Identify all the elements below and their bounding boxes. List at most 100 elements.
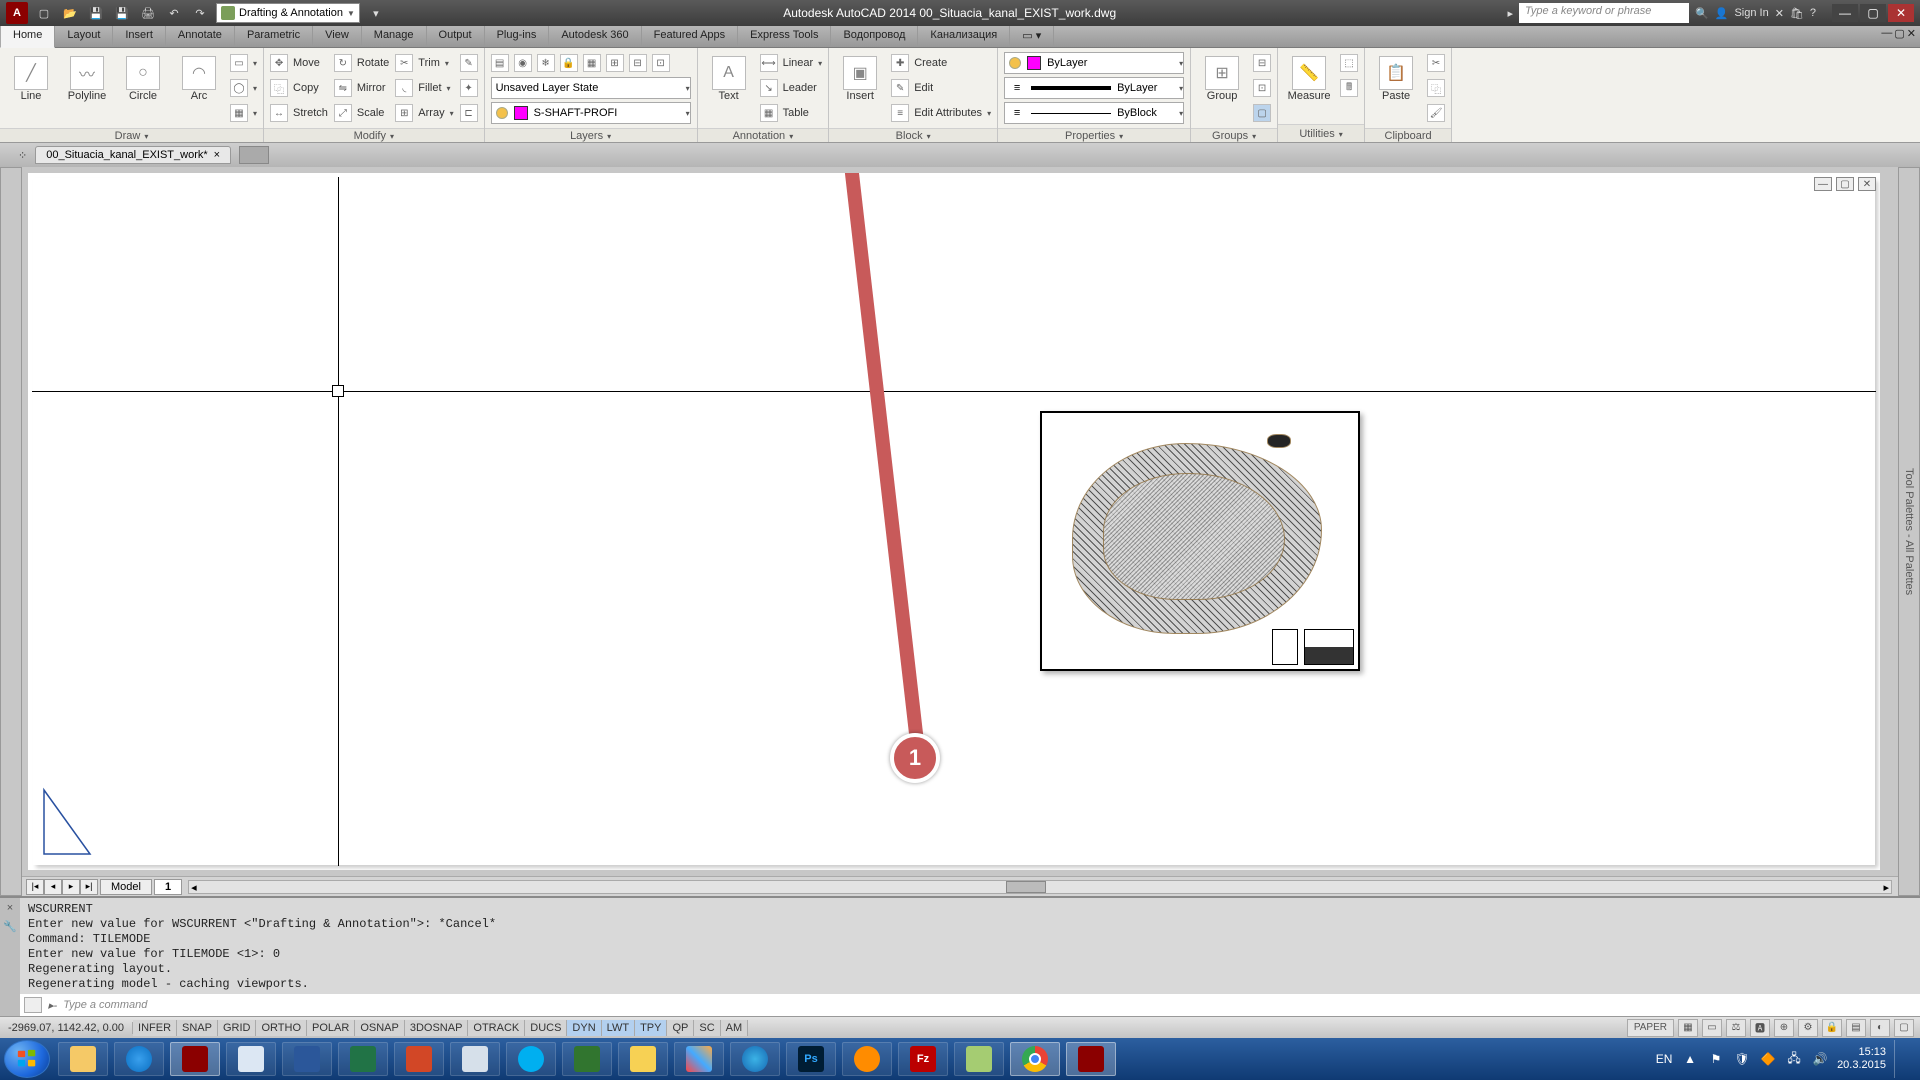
command-grip[interactable]: ×🔧 [0,898,20,1016]
rotate-button[interactable]: ↻Rotate [334,52,389,74]
layerlock-icon[interactable]: 🔒 [560,54,578,72]
matchprop-button[interactable]: 🖌 [1427,102,1445,124]
toggle-ortho[interactable]: ORTHO [256,1020,307,1036]
layout-first-button[interactable]: |◂ [26,879,44,895]
rectangle-button[interactable]: ▭▾ [230,52,257,74]
layerprop-icon[interactable]: ▤ [491,54,509,72]
toggle-grid[interactable]: GRID [218,1020,257,1036]
toggle-am[interactable]: AM [721,1020,749,1036]
toggle-tpy[interactable]: TPY [635,1020,667,1036]
toggle-osnap[interactable]: OSNAP [355,1020,405,1036]
tray-av2-icon[interactable]: 🔶 [1759,1050,1777,1068]
select-button[interactable]: ⬚ [1340,52,1358,74]
vp-max-icon[interactable]: ▢ [1836,177,1854,191]
qat-print-icon[interactable]: 🖨 [138,3,158,23]
tab-express-tools[interactable]: Express Tools [738,26,831,47]
tab-home[interactable]: Home [0,26,55,48]
lineweight-dropdown[interactable]: ≡ByBlock▾ [1004,102,1184,124]
scale-button[interactable]: ⤢Scale [334,102,389,124]
circle-button[interactable]: ○Circle [118,52,168,102]
tab-plugins[interactable]: Plug-ins [485,26,550,47]
tab-parametric[interactable]: Parametric [235,26,313,47]
layer6-icon[interactable]: ⊞ [606,54,624,72]
color-dropdown[interactable]: ByLayer▾ [1004,52,1184,74]
copy-button[interactable]: ⿻Copy [270,77,328,99]
layerstate-dropdown[interactable]: Unsaved Layer State▾ [491,77,691,99]
toggle-3dosnap[interactable]: 3DOSNAP [405,1020,469,1036]
cut-button[interactable]: ✂ [1427,52,1445,74]
workspace-dropdown[interactable]: Drafting & Annotation ▼ [216,3,360,23]
cmd-wrench-icon[interactable]: 🔧 [3,920,17,933]
qat-open-icon[interactable]: 📂 [60,3,80,23]
taskbar-chrome-icon[interactable] [1010,1042,1060,1076]
taskbar-sticky-icon[interactable] [618,1042,668,1076]
tab-insert[interactable]: Insert [113,26,166,47]
layout1-tab[interactable]: 1 [154,879,182,895]
layer8-icon[interactable]: ⊡ [652,54,670,72]
vp-min-icon[interactable]: — [1814,177,1832,191]
taskbar-notepad-icon[interactable] [226,1042,276,1076]
taskbar-calc-icon[interactable] [450,1042,500,1076]
ellipse-button[interactable]: ◯▾ [230,77,257,99]
tray-flag-icon[interactable]: ▲ [1681,1050,1699,1068]
tray-action-icon[interactable]: ⚑ [1707,1050,1725,1068]
status-hardware-icon[interactable]: ▤ [1846,1019,1866,1037]
group-button[interactable]: ⊞Group [1197,52,1247,102]
minimize-button[interactable]: — [1832,4,1858,22]
text-button[interactable]: AText [704,52,754,102]
editattr-button[interactable]: ≡Edit Attributes▾ [891,102,991,124]
trim-button[interactable]: ✂Trim▾ [395,52,453,74]
linetype-dropdown[interactable]: ≡ByLayer▾ [1004,77,1184,99]
close-button[interactable]: ✕ [1888,4,1914,22]
space-toggle[interactable]: PAPER [1627,1019,1674,1037]
coordinates-readout[interactable]: -2969.07, 1142.42, 0.00 [0,1022,133,1034]
toggle-infer[interactable]: INFER [133,1020,177,1036]
left-palette-handles[interactable]: Sheet Set Manager Properties [0,167,22,896]
array-button[interactable]: ⊞Array▾ [395,102,453,124]
toggle-ducs[interactable]: DUCS [525,1020,567,1036]
layout-prev-button[interactable]: ◂ [44,879,62,895]
arc-button[interactable]: ◠Arc [174,52,224,102]
status-paper-icon[interactable]: ▭ [1702,1019,1722,1037]
currentlayer-dropdown[interactable]: S-SHAFT-PROFI▾ [491,102,691,124]
ungroup-button[interactable]: ⊟ [1253,52,1271,74]
edit-button[interactable]: ✎Edit [891,77,991,99]
start-button[interactable] [4,1040,50,1078]
qat-save-icon[interactable]: 💾 [86,3,106,23]
linear-button[interactable]: ⟷Linear▾ [760,52,823,74]
signin-person-icon[interactable]: 👤 [1715,7,1729,20]
show-desktop-button[interactable] [1894,1040,1906,1078]
doc-close-icon[interactable]: ✕ [1907,27,1916,46]
exchange-bag-icon[interactable]: 🛍 [1790,7,1804,20]
taskbar-paint-icon[interactable] [674,1042,724,1076]
toggle-sc[interactable]: SC [694,1020,720,1036]
taskbar-skype-icon[interactable] [506,1042,556,1076]
tab-layout[interactable]: Layout [55,26,113,47]
command-history[interactable]: WSCURRENT Enter new value for WSCURRENT … [20,898,1920,994]
layout-last-button[interactable]: ▸| [80,879,98,895]
toggle-polar[interactable]: POLAR [307,1020,355,1036]
tray-clock[interactable]: 15:13 20.3.2015 [1837,1046,1886,1072]
tray-lang-label[interactable]: EN [1655,1050,1673,1068]
taskbar-player-icon[interactable] [842,1042,892,1076]
command-input[interactable]: ▸- Type a command [20,994,1920,1016]
qat-saveas-icon[interactable]: 💾 [112,3,132,23]
measure-button[interactable]: 📏Measure [1284,52,1334,102]
layerfreeze-icon[interactable]: ❄ [537,54,555,72]
signin-label[interactable]: Sign In [1734,7,1768,19]
taskbar-autocad2-icon[interactable] [1066,1042,1116,1076]
status-workspace-icon[interactable]: ⚙ [1798,1019,1818,1037]
move-button[interactable]: ✥Move [270,52,328,74]
polyline-button[interactable]: 〰Polyline [62,52,112,102]
stretch-button[interactable]: ↔Stretch [270,102,328,124]
fillet-button[interactable]: ◟Fillet▾ [395,77,453,99]
file-tab-active[interactable]: 00_Situacia_kanal_EXIST_work*× [35,146,231,164]
tab-vodoprovod[interactable]: Водопровод [831,26,918,47]
layout-viewport[interactable] [1040,411,1360,671]
toggle-qp[interactable]: QP [667,1020,694,1036]
line-button[interactable]: ╱Line [6,52,56,102]
tab-view[interactable]: View [313,26,362,47]
calc-button[interactable]: 🖩 [1340,77,1358,99]
taskbar-photoshop-icon[interactable]: Ps [786,1042,836,1076]
create-button[interactable]: ✚Create [891,52,991,74]
